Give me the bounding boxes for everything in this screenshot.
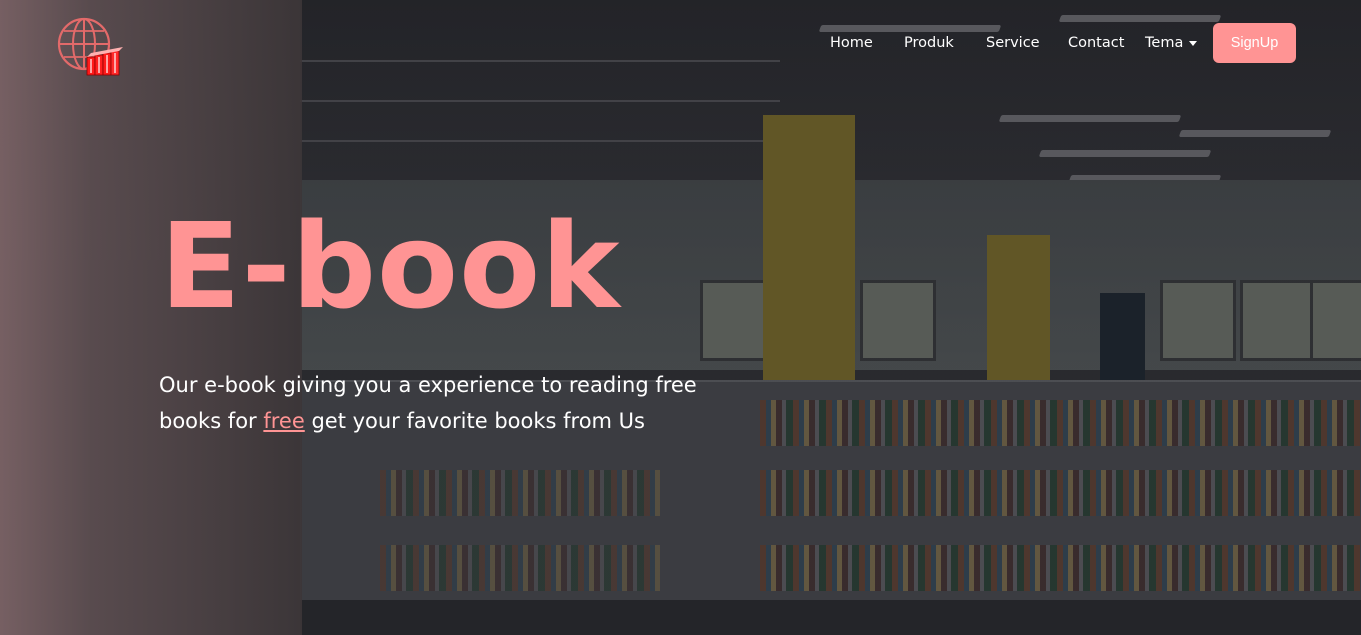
main-navigation: Home Produk Service Contact Tema [0,33,1361,55]
nav-link-service[interactable]: Service [986,35,1040,51]
nav-link-home[interactable]: Home [830,35,873,51]
hero-tagline: Our e-book giving you a experience to re… [159,367,739,439]
hero-title: E-book [160,197,621,335]
nav-dropdown-tema[interactable]: Tema [1145,35,1198,51]
caret-down-icon [1189,40,1198,46]
nav-dropdown-label: Tema [1145,35,1184,51]
tagline-text-end: get your favorite books from Us [304,409,645,433]
free-link[interactable]: free [263,409,304,433]
nav-link-contact[interactable]: Contact [1068,35,1124,51]
nav-link-produk[interactable]: Produk [904,35,954,51]
signup-button[interactable]: SignUp [1213,23,1296,63]
